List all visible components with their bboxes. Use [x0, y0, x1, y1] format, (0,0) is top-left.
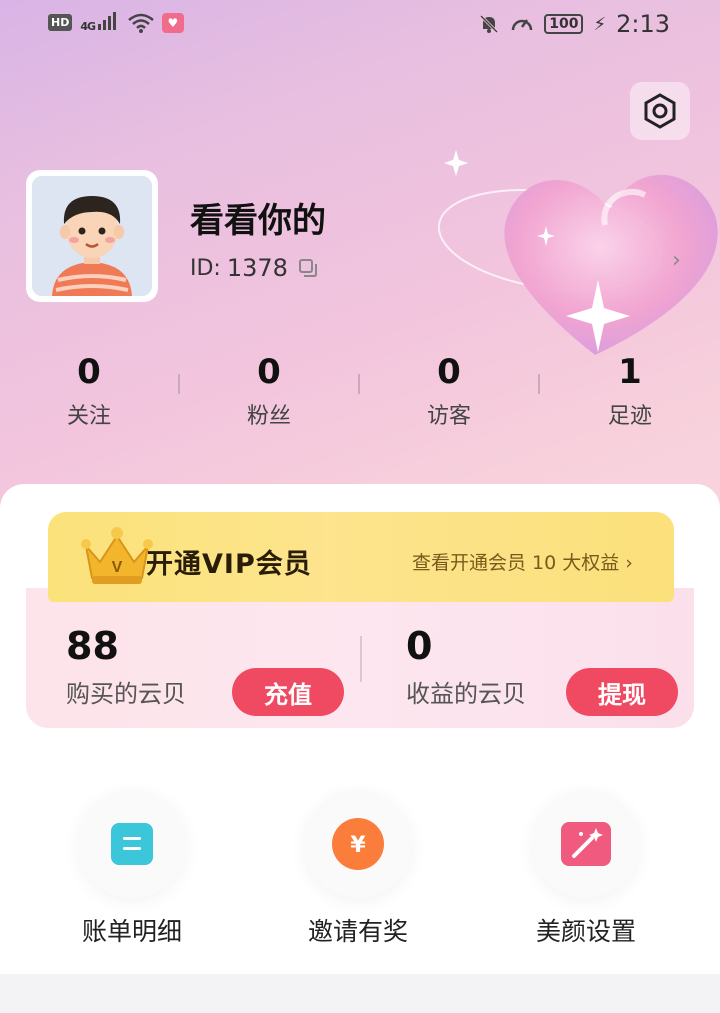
copy-icon[interactable] — [298, 258, 318, 278]
wifi-icon — [128, 13, 154, 33]
stat-value: 0 — [257, 352, 281, 392]
yen-coin-icon: ¥ — [332, 818, 384, 870]
user-id-label: ID: — [190, 255, 221, 281]
vip-benefits-link[interactable]: 查看开通会员 10 大权益 › — [412, 548, 633, 575]
wallet-panel: 88 购买的云贝 充值 0 收益的云贝 提现 — [26, 588, 694, 728]
vip-banner[interactable]: V 开通VIP会员 查看开通会员 10 大权益 › — [48, 512, 674, 602]
stat-value: 0 — [437, 352, 461, 392]
speed-icon — [511, 19, 533, 31]
stat-divider — [358, 374, 360, 394]
stat-label: 足迹 — [607, 404, 652, 429]
vip-wallet-section: 88 购买的云贝 充值 0 收益的云贝 提现 V 开通VIP会员 查看开通会员 … — [26, 512, 694, 728]
stat-label: 粉丝 — [246, 404, 291, 429]
wallet-divider — [360, 636, 362, 682]
feature-label: 账单明细 — [81, 917, 182, 946]
stat-fans[interactable]: 0 粉丝 — [209, 352, 329, 430]
avatar-boy-icon — [32, 176, 152, 296]
stat-label: 访客 — [426, 404, 471, 429]
battery-icon: 100 — [544, 14, 584, 34]
crown-icon: V — [81, 527, 153, 584]
feature-label: 邀请有奖 — [307, 917, 408, 946]
feature-label: 美颜设置 — [535, 917, 636, 946]
feature-beauty-settings[interactable]: 美颜设置 — [496, 790, 676, 948]
earned-coins-value: 0 — [406, 624, 433, 668]
stat-value: 0 — [77, 352, 101, 392]
clock: 2:13 — [616, 10, 670, 38]
charging-icon: ⚡ — [593, 13, 607, 35]
user-id-value: 1378 — [226, 254, 288, 282]
avatar[interactable] — [26, 170, 158, 302]
stats-row: 0 关注 0 粉丝 0 访客 1 足迹 — [0, 352, 720, 432]
bill-icon — [111, 823, 153, 865]
stat-footprints[interactable]: 1 足迹 — [570, 352, 690, 430]
purchased-coins-label: 购买的云贝 — [66, 680, 186, 708]
cell-signal-icon: 4G — [80, 12, 120, 33]
status-bar: HD 4G ♥ 100 ⚡ 2:13 — [0, 0, 720, 50]
earned-coins: 0 收益的云贝 — [406, 624, 526, 709]
user-id: ID: 1378 — [190, 254, 318, 282]
stat-divider — [538, 374, 540, 394]
app-notification-icon: ♥ — [161, 12, 184, 33]
profile-chevron-icon[interactable]: › — [672, 248, 681, 273]
feature-bill-details[interactable]: 账单明细 — [42, 790, 222, 948]
hd-icon: HD — [48, 14, 73, 31]
magic-wand-icon — [561, 822, 611, 866]
mute-bell-icon — [480, 14, 499, 34]
withdraw-button[interactable]: 提现 — [566, 668, 678, 716]
svg-text:¥: ¥ — [350, 833, 366, 858]
feature-invite-reward[interactable]: ¥ 邀请有奖 — [268, 790, 448, 948]
earned-coins-label: 收益的云贝 — [406, 680, 526, 708]
purchased-coins-value: 88 — [66, 624, 119, 668]
svg-text:V: V — [112, 559, 123, 576]
stat-following[interactable]: 0 关注 — [29, 352, 149, 430]
stat-label: 关注 — [66, 404, 111, 429]
settings-hexagon-icon — [644, 93, 676, 129]
recharge-button[interactable]: 充值 — [232, 668, 344, 716]
stat-visitors[interactable]: 0 访客 — [389, 352, 509, 430]
username: 看看你的 — [190, 201, 326, 241]
stat-value: 1 — [618, 352, 642, 392]
stat-divider — [178, 374, 180, 394]
vip-title: 开通VIP会员 — [146, 549, 312, 580]
purchased-coins: 88 购买的云贝 — [66, 624, 186, 709]
